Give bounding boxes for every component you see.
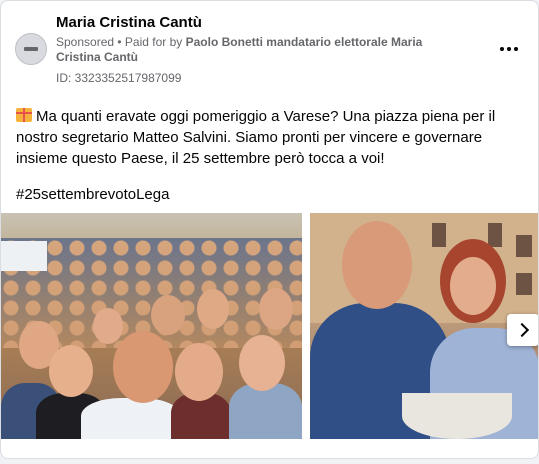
person-face — [239, 335, 285, 391]
more-horizontal-icon — [500, 47, 504, 51]
person-face — [450, 257, 496, 315]
building-window — [516, 235, 532, 257]
post-header: Maria Cristina Cantù Sponsored • Paid fo… — [1, 1, 538, 96]
carousel-photo-crowd-selfie[interactable] — [1, 213, 302, 439]
chevron-right-icon — [514, 322, 529, 338]
gift-icon — [16, 108, 32, 122]
carousel-next-button[interactable] — [507, 314, 538, 346]
bowl — [402, 393, 512, 439]
sponsored-line: Sponsored • Paid for by Paolo Bonetti ma… — [56, 35, 461, 65]
building-window — [516, 273, 532, 295]
person-face — [342, 221, 412, 309]
person-face — [259, 288, 293, 330]
person-face — [113, 331, 173, 403]
tent — [1, 241, 47, 271]
carousel-photo-selfie-couple[interactable] — [310, 213, 538, 439]
sponsored-label: Sponsored — [56, 35, 115, 49]
more-options-button[interactable] — [495, 35, 523, 63]
more-dot — [507, 47, 511, 51]
blocked-avatar-icon[interactable] — [15, 33, 47, 65]
person-shirt — [229, 383, 302, 439]
building-window — [488, 223, 502, 247]
person-face — [151, 295, 185, 335]
building-window — [432, 223, 446, 247]
person-shirt — [81, 398, 181, 439]
separator: • — [114, 35, 125, 49]
more-dot — [514, 47, 518, 51]
ad-id: ID: 3323352517987099 — [56, 71, 182, 85]
hashtag[interactable]: #25settembrevotoLega — [16, 186, 169, 203]
person-face — [175, 343, 223, 401]
person-face — [93, 308, 123, 344]
person-face — [49, 345, 93, 397]
ad-card: Maria Cristina Cantù Sponsored • Paid fo… — [0, 0, 539, 459]
paid-for-prefix: Paid for by — [124, 35, 186, 49]
person-face — [197, 289, 229, 329]
image-carousel — [1, 213, 538, 439]
page-name[interactable]: Maria Cristina Cantù — [56, 14, 202, 31]
post-text: Ma quanti eravate oggi pomeriggio a Vare… — [16, 108, 496, 167]
post-text-block: Ma quanti eravate oggi pomeriggio a Vare… — [16, 106, 526, 169]
